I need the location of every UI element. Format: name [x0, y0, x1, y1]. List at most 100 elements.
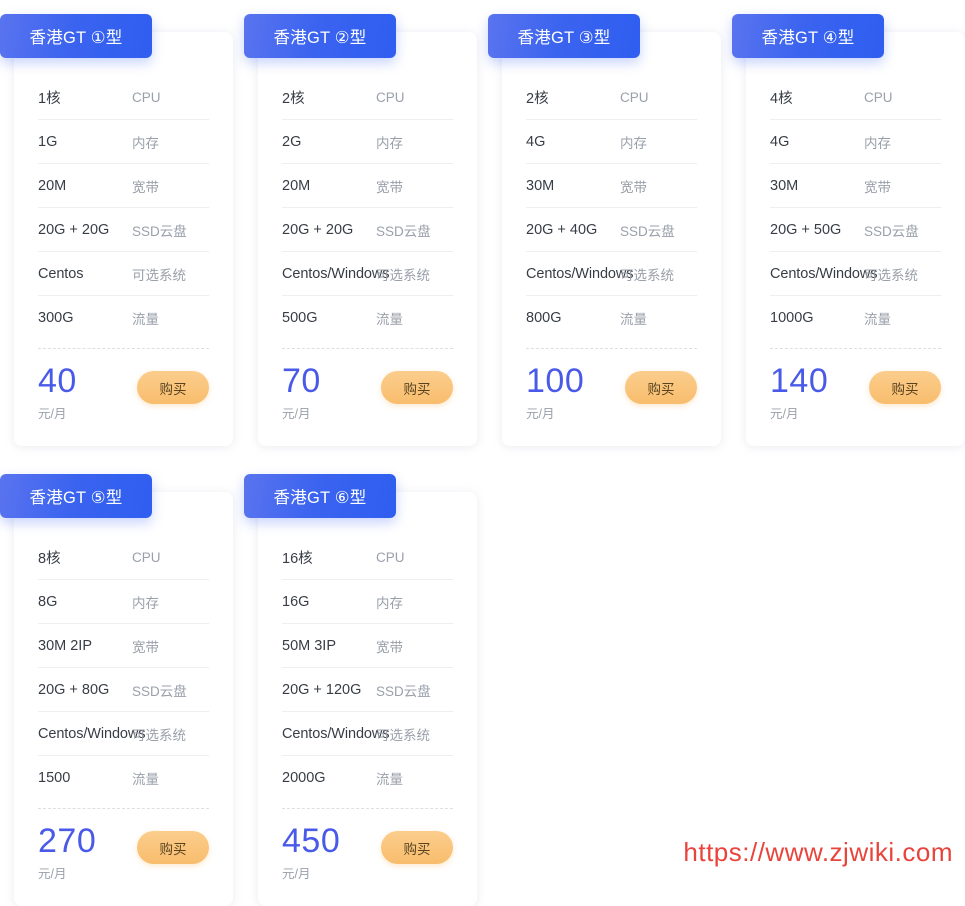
spec-label-bandwidth: 宽带	[132, 179, 159, 195]
spec-label-bandwidth: 宽带	[132, 639, 159, 655]
spec-row-bandwidth: 30M 2IP 宽带	[38, 624, 209, 668]
spec-row-bandwidth: 50M 3IP 宽带	[282, 624, 453, 668]
price-unit: 元/月	[770, 407, 799, 421]
spec-label-traffic: 流量	[132, 311, 159, 327]
spec-row-cpu: 1核 CPU	[38, 76, 209, 120]
card-header: 香港GT ⑤型	[0, 474, 152, 518]
price-amount: 450	[282, 822, 341, 860]
spec-row-os: Centos/Windows 可选系统	[282, 712, 453, 756]
spec-value-traffic: 2000G	[282, 769, 326, 786]
price-row: 450 元/月 购买	[258, 809, 477, 882]
spec-label-cpu: CPU	[132, 550, 161, 565]
spec-label-os: 可选系统	[620, 267, 674, 283]
spec-list: 8核 CPU 8G 内存 30M 2IP 宽带 20G + 80G SSD云盘 …	[14, 492, 233, 799]
spec-row-traffic: 2000G 流量	[282, 756, 453, 799]
spec-list: 4核 CPU 4G 内存 30M 宽带 20G + 50G SSD云盘 Cent…	[746, 32, 965, 339]
spec-row-memory: 16G 内存	[282, 580, 453, 624]
spec-value-traffic: 500G	[282, 309, 318, 326]
spec-list: 16核 CPU 16G 内存 50M 3IP 宽带 20G + 120G SSD…	[258, 492, 477, 799]
price-amount: 140	[770, 362, 829, 400]
card-header: 香港GT ②型	[244, 14, 396, 58]
spec-label-memory: 内存	[132, 135, 159, 151]
spec-row-bandwidth: 30M 宽带	[770, 164, 941, 208]
spec-label-os: 可选系统	[132, 267, 186, 283]
spec-value-os: Centos/Windows	[770, 265, 878, 282]
spec-value-disk: 20G + 40G	[526, 221, 598, 238]
spec-label-memory: 内存	[376, 595, 403, 611]
price-row: 140 元/月 购买	[746, 349, 965, 422]
pricing-card: 香港GT ④型 4核 CPU 4G 内存 30M 宽带 20G + 50G SS…	[732, 14, 965, 446]
spec-label-traffic: 流量	[620, 311, 647, 327]
spec-row-cpu: 2核 CPU	[282, 76, 453, 120]
spec-value-memory: 1G	[38, 133, 58, 150]
spec-row-traffic: 1000G 流量	[770, 296, 941, 339]
spec-row-disk: 20G + 40G SSD云盘	[526, 208, 697, 252]
spec-value-disk: 20G + 20G	[38, 221, 110, 238]
buy-button[interactable]: 购买	[381, 371, 453, 404]
price-unit: 元/月	[282, 407, 311, 421]
spec-row-bandwidth: 20M 宽带	[282, 164, 453, 208]
buy-button[interactable]: 购买	[137, 371, 209, 404]
card-title: 香港GT ②型	[273, 29, 367, 47]
spec-label-disk: SSD云盘	[620, 223, 675, 239]
spec-label-os: 可选系统	[864, 267, 918, 283]
price-row: 40 元/月 购买	[14, 349, 233, 422]
spec-value-memory: 16G	[282, 593, 310, 610]
buy-button[interactable]: 购买	[381, 831, 453, 864]
spec-value-os: Centos/Windows	[282, 725, 390, 742]
spec-label-traffic: 流量	[376, 771, 403, 787]
price-block: 40 元/月	[38, 363, 77, 422]
price-unit: 元/月	[38, 407, 67, 421]
spec-row-cpu: 8核 CPU	[38, 536, 209, 580]
buy-button[interactable]: 购买	[625, 371, 697, 404]
spec-row-os: Centos/Windows 可选系统	[282, 252, 453, 296]
price-row: 70 元/月 购买	[258, 349, 477, 422]
spec-row-traffic: 1500 流量	[38, 756, 209, 799]
spec-value-cpu: 4核	[770, 91, 793, 107]
spec-row-memory: 4G 内存	[770, 120, 941, 164]
spec-list: 2核 CPU 2G 内存 20M 宽带 20G + 20G SSD云盘 Cent…	[258, 32, 477, 339]
spec-row-memory: 8G 内存	[38, 580, 209, 624]
card-title: 香港GT ④型	[761, 29, 855, 47]
spec-value-os: Centos/Windows	[526, 265, 634, 282]
spec-value-os: Centos/Windows	[38, 725, 146, 742]
spec-value-memory: 4G	[526, 133, 546, 150]
spec-row-disk: 20G + 120G SSD云盘	[282, 668, 453, 712]
price-amount: 100	[526, 362, 585, 400]
price-amount: 70	[282, 362, 321, 400]
spec-label-disk: SSD云盘	[864, 223, 919, 239]
spec-value-memory: 4G	[770, 133, 790, 150]
spec-label-bandwidth: 宽带	[376, 639, 403, 655]
spec-label-cpu: CPU	[132, 90, 161, 105]
spec-label-cpu: CPU	[620, 90, 649, 105]
card-title: 香港GT ①型	[29, 29, 123, 47]
price-block: 450 元/月	[282, 823, 340, 882]
spec-label-memory: 内存	[132, 595, 159, 611]
buy-button[interactable]: 购买	[869, 371, 941, 404]
spec-label-bandwidth: 宽带	[864, 179, 891, 195]
spec-row-os: Centos/Windows 可选系统	[526, 252, 697, 296]
price-unit: 元/月	[38, 867, 67, 881]
spec-value-cpu: 2核	[282, 91, 305, 107]
price-unit: 元/月	[282, 867, 311, 881]
spec-value-bandwidth: 20M	[282, 177, 311, 194]
spec-value-disk: 20G + 50G	[770, 221, 842, 238]
spec-label-os: 可选系统	[376, 727, 430, 743]
spec-value-cpu: 16核	[282, 551, 313, 567]
spec-value-disk: 20G + 80G	[38, 681, 110, 698]
price-block: 70 元/月	[282, 363, 321, 422]
spec-row-disk: 20G + 20G SSD云盘	[282, 208, 453, 252]
buy-button[interactable]: 购买	[137, 831, 209, 864]
price-block: 270 元/月	[38, 823, 96, 882]
pricing-card: 香港GT ⑤型 8核 CPU 8G 内存 30M 2IP 宽带 20G + 80…	[0, 474, 233, 906]
spec-row-memory: 2G 内存	[282, 120, 453, 164]
pricing-card-grid: 香港GT ①型 1核 CPU 1G 内存 20M 宽带 20G + 20G SS…	[0, 0, 965, 906]
spec-label-memory: 内存	[376, 135, 403, 151]
spec-value-cpu: 8核	[38, 551, 61, 567]
spec-row-cpu: 4核 CPU	[770, 76, 941, 120]
price-row: 100 元/月 购买	[502, 349, 721, 422]
pricing-card: 香港GT ①型 1核 CPU 1G 内存 20M 宽带 20G + 20G SS…	[0, 14, 233, 446]
spec-list: 1核 CPU 1G 内存 20M 宽带 20G + 20G SSD云盘 Cent…	[14, 32, 233, 339]
spec-row-traffic: 500G 流量	[282, 296, 453, 339]
spec-row-bandwidth: 30M 宽带	[526, 164, 697, 208]
